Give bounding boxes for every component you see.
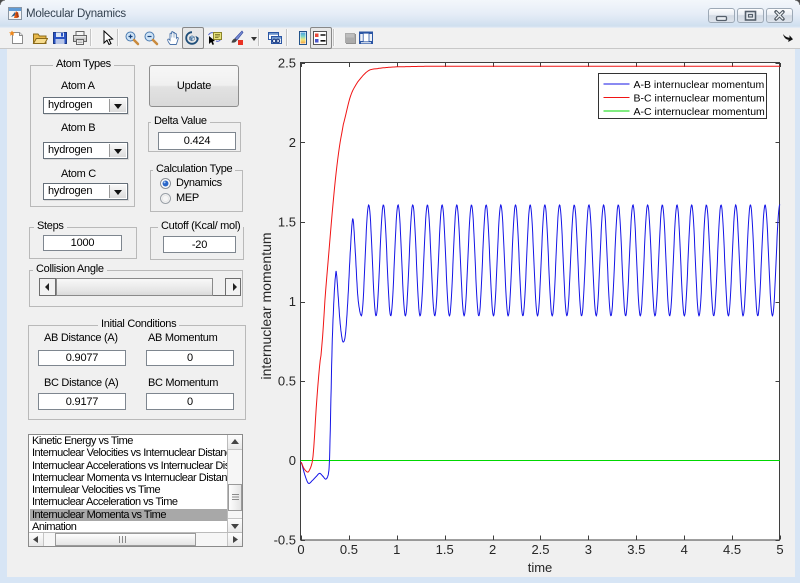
svg-text:0: 0 bbox=[297, 542, 304, 557]
svg-text:1.5: 1.5 bbox=[436, 542, 454, 557]
svg-text:4.5: 4.5 bbox=[723, 542, 741, 557]
svg-text:1.5: 1.5 bbox=[278, 215, 296, 230]
svg-text:2: 2 bbox=[489, 542, 496, 557]
svg-text:internuclear momentum: internuclear momentum bbox=[258, 232, 274, 379]
svg-text:0.5: 0.5 bbox=[278, 374, 296, 389]
svg-text:3.5: 3.5 bbox=[627, 542, 645, 557]
svg-text:A-C internuclear momentum: A-C internuclear momentum bbox=[634, 106, 766, 118]
svg-text:2.5: 2.5 bbox=[278, 56, 296, 71]
svg-text:2: 2 bbox=[289, 135, 296, 150]
svg-text:-0.5: -0.5 bbox=[274, 533, 296, 548]
svg-text:3: 3 bbox=[585, 542, 592, 557]
svg-text:5: 5 bbox=[776, 542, 783, 557]
svg-text:2.5: 2.5 bbox=[531, 542, 549, 557]
svg-text:B-C internuclear momentum: B-C internuclear momentum bbox=[634, 93, 766, 105]
svg-text:0: 0 bbox=[289, 453, 296, 468]
svg-text:time: time bbox=[528, 560, 553, 575]
svg-text:4: 4 bbox=[681, 542, 688, 557]
svg-text:A-B internuclear momentum: A-B internuclear momentum bbox=[634, 79, 765, 91]
svg-text:1: 1 bbox=[393, 542, 400, 557]
svg-text:0.5: 0.5 bbox=[340, 542, 358, 557]
svg-text:1: 1 bbox=[289, 294, 296, 309]
